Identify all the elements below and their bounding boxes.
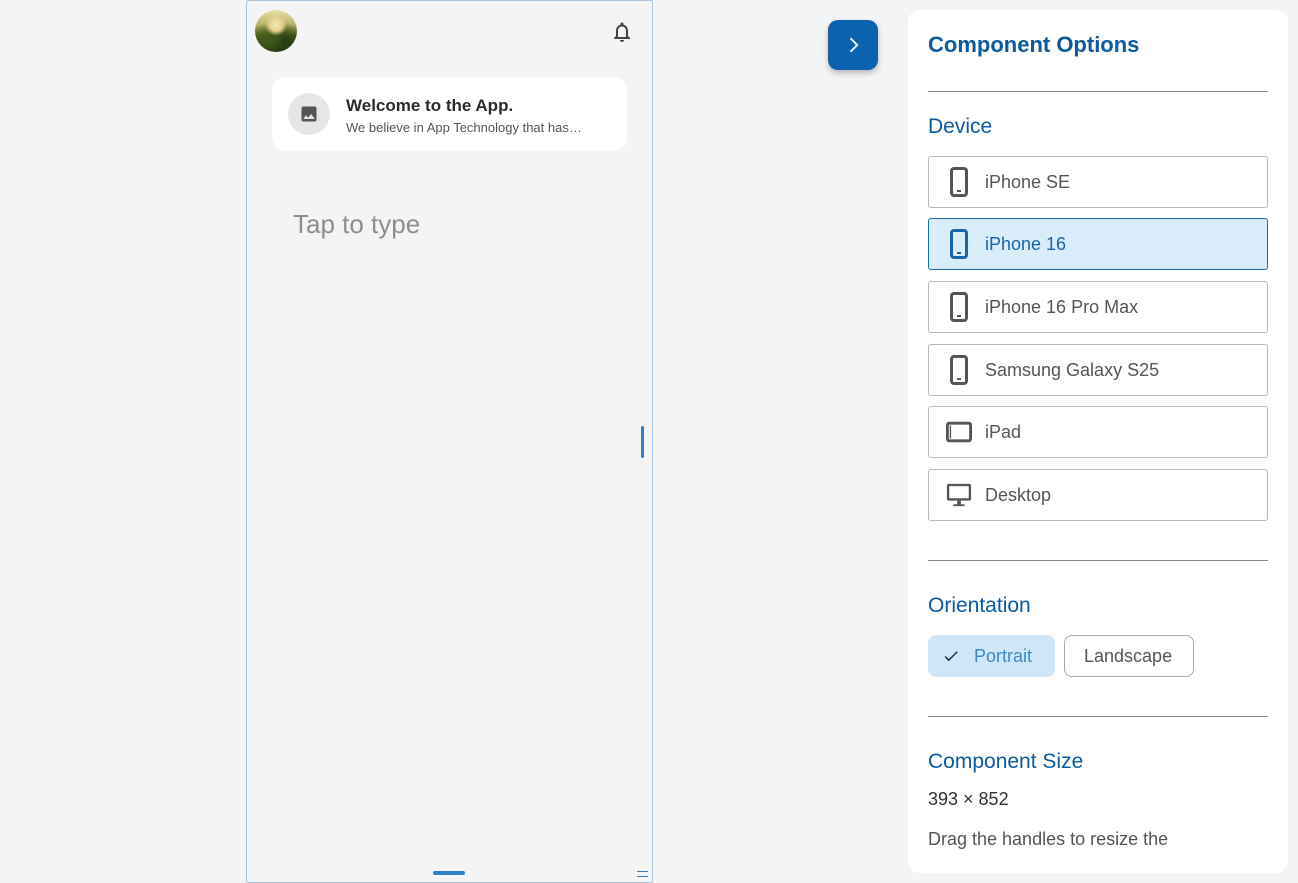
tablet-icon xyxy=(946,416,972,448)
device-label: Samsung Galaxy S25 xyxy=(985,359,1160,380)
resize-handle-corner[interactable] xyxy=(637,871,648,877)
phone-icon xyxy=(946,166,972,198)
component-size-value: 393 × 852 xyxy=(928,789,1009,809)
device-section-title: Device xyxy=(928,115,993,138)
app-header xyxy=(247,1,652,63)
device-option-iphone-16[interactable]: iPhone 16 xyxy=(928,218,1268,270)
orientation-label: Portrait xyxy=(974,645,1033,666)
welcome-title: Welcome to the App. xyxy=(346,96,514,115)
divider xyxy=(928,716,1268,717)
resize-handle-right[interactable] xyxy=(641,426,644,458)
device-label: iPhone 16 Pro Max xyxy=(985,296,1139,317)
text-input-placeholder[interactable]: Tap to type xyxy=(293,209,420,240)
device-label: Desktop xyxy=(985,484,1052,505)
orientation-label: Landscape xyxy=(1084,645,1173,666)
phone-icon xyxy=(946,228,972,260)
resize-handle-bottom[interactable] xyxy=(433,871,465,875)
device-label: iPhone 16 xyxy=(985,233,1067,254)
phone-icon xyxy=(946,291,972,323)
check-icon xyxy=(944,651,958,662)
phone-icon xyxy=(946,354,972,386)
device-label: iPhone SE xyxy=(985,171,1071,192)
chevron-right-icon xyxy=(849,37,859,53)
image-icon xyxy=(288,93,330,135)
orientation-section-title: Orientation xyxy=(928,594,1031,617)
divider xyxy=(928,91,1268,92)
bell-icon[interactable] xyxy=(610,20,634,44)
component-options-panel: Component Options Device iPhone SE iPhon… xyxy=(908,10,1288,873)
welcome-subtitle: We believe in App Technology that has… xyxy=(346,120,582,135)
device-option-desktop[interactable]: Desktop xyxy=(928,469,1268,521)
device-option-samsung-galaxy-s25[interactable]: Samsung Galaxy S25 xyxy=(928,344,1268,396)
resize-hint-text: Drag the handles to resize the xyxy=(928,829,1169,849)
device-option-iphone-se[interactable]: iPhone SE xyxy=(928,156,1268,208)
device-preview-frame[interactable]: Welcome to the App. We believe in App Te… xyxy=(246,0,653,883)
orientation-portrait-button[interactable]: Portrait xyxy=(928,635,1055,677)
welcome-card[interactable]: Welcome to the App. We believe in App Te… xyxy=(272,77,627,151)
desktop-icon xyxy=(946,479,972,511)
device-label: iPad xyxy=(985,421,1022,442)
device-option-ipad[interactable]: iPad xyxy=(928,406,1268,458)
avatar[interactable] xyxy=(255,10,297,52)
device-option-iphone-16-pro-max[interactable]: iPhone 16 Pro Max xyxy=(928,281,1268,333)
panel-title: Component Options xyxy=(928,32,1140,57)
collapse-panel-button[interactable] xyxy=(828,20,878,70)
divider xyxy=(928,560,1268,561)
component-size-section-title: Component Size xyxy=(928,750,1084,773)
orientation-landscape-button[interactable]: Landscape xyxy=(1064,635,1194,677)
